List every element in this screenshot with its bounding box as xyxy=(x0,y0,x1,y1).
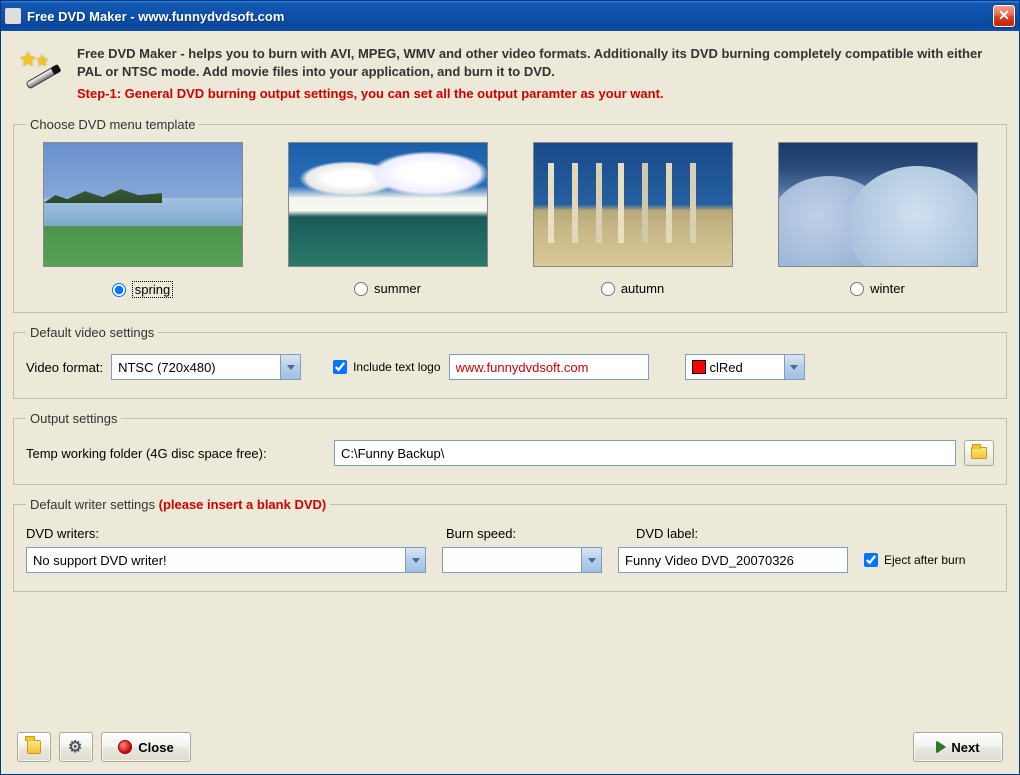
wizard-icon: ★ ★ xyxy=(21,49,65,93)
radio-summer-label: summer xyxy=(374,281,421,296)
titlebar: Free DVD Maker - www.funnydvdsoft.com ✕ xyxy=(1,1,1019,31)
writer-legend-main: Default writer settings xyxy=(30,497,155,512)
temp-folder-input[interactable] xyxy=(334,440,956,466)
video-format-label: Video format: xyxy=(26,360,103,375)
window-close-button[interactable]: ✕ xyxy=(993,5,1015,27)
chevron-down-icon[interactable] xyxy=(280,355,300,379)
eject-label: Eject after burn xyxy=(884,553,965,567)
app-icon xyxy=(5,8,21,24)
open-folder-icon xyxy=(25,738,43,756)
logo-color-value: clRed xyxy=(686,355,784,379)
intro-step: Step-1: General DVD burning output setti… xyxy=(77,86,999,101)
next-arrow-icon xyxy=(936,741,945,753)
radio-spring-label: spring xyxy=(132,281,173,298)
dvd-label-input[interactable] xyxy=(618,547,848,573)
close-button[interactable]: Close xyxy=(101,732,191,762)
radio-autumn-label: autumn xyxy=(621,281,664,296)
video-fieldset: Default video settings Video format: NTS… xyxy=(13,325,1007,399)
thumb-winter xyxy=(778,142,978,267)
include-logo-checkbox[interactable]: Include text logo xyxy=(333,360,440,374)
radio-autumn-input[interactable] xyxy=(601,282,615,296)
video-format-value: NTSC (720x480) xyxy=(112,355,280,379)
logo-text-input[interactable] xyxy=(449,354,649,380)
bottom-toolbar: Close Next xyxy=(13,726,1007,764)
chevron-down-icon[interactable] xyxy=(784,355,804,379)
writer-legend: Default writer settings (please insert a… xyxy=(26,497,330,512)
template-summer[interactable]: summer xyxy=(271,142,504,298)
dvd-writers-select[interactable]: No support DVD writer! xyxy=(26,547,426,573)
radio-winter-input[interactable] xyxy=(850,282,864,296)
intro-line1: Free DVD Maker - helps you to burn with … xyxy=(77,45,999,80)
speed-label: Burn speed: xyxy=(446,526,596,541)
temp-folder-label: Temp working folder (4G disc space free)… xyxy=(26,446,326,461)
radio-spring-input[interactable] xyxy=(112,283,126,297)
radio-summer-input[interactable] xyxy=(354,282,368,296)
logo-color-select[interactable]: clRed xyxy=(685,354,805,380)
next-button-label: Next xyxy=(951,740,979,755)
template-winter[interactable]: winter xyxy=(761,142,994,298)
burn-speed-value xyxy=(443,548,581,572)
output-fieldset: Output settings Temp working folder (4G … xyxy=(13,411,1007,485)
close-icon xyxy=(118,740,132,754)
template-fieldset: Choose DVD menu template spring summer xyxy=(13,117,1007,313)
chevron-down-icon[interactable] xyxy=(581,548,601,572)
color-swatch-icon xyxy=(692,360,706,374)
include-logo-input[interactable] xyxy=(333,360,347,374)
browse-folder-button[interactable] xyxy=(964,440,994,466)
video-legend: Default video settings xyxy=(26,325,158,340)
dvd-writers-value: No support DVD writer! xyxy=(27,548,405,572)
template-list: spring summer autumn xyxy=(26,142,994,298)
output-legend: Output settings xyxy=(26,411,121,426)
writer-fieldset: Default writer settings (please insert a… xyxy=(13,497,1007,592)
radio-winter-label: winter xyxy=(870,281,905,296)
logo-color-text: clRed xyxy=(710,360,743,375)
radio-summer[interactable]: summer xyxy=(354,281,421,296)
intro-box: ★ ★ Free DVD Maker - helps you to burn w… xyxy=(13,39,1007,111)
template-legend: Choose DVD menu template xyxy=(26,117,199,132)
radio-autumn[interactable]: autumn xyxy=(601,281,664,296)
folder-icon xyxy=(971,447,987,459)
eject-checkbox[interactable]: Eject after burn xyxy=(864,553,965,567)
main-window: Free DVD Maker - www.funnydvdsoft.com ✕ … xyxy=(0,0,1020,775)
content-area: ★ ★ Free DVD Maker - helps you to burn w… xyxy=(1,31,1019,774)
open-button[interactable] xyxy=(17,732,51,762)
window-title: Free DVD Maker - www.funnydvdsoft.com xyxy=(27,9,993,24)
intro-text: Free DVD Maker - helps you to burn with … xyxy=(77,45,999,101)
radio-spring[interactable]: spring xyxy=(112,281,173,298)
template-spring[interactable]: spring xyxy=(26,142,259,298)
close-button-label: Close xyxy=(138,740,173,755)
thumb-spring xyxy=(43,142,243,267)
writers-label: DVD writers: xyxy=(26,526,406,541)
video-format-select[interactable]: NTSC (720x480) xyxy=(111,354,301,380)
include-logo-label: Include text logo xyxy=(353,360,440,374)
chevron-down-icon[interactable] xyxy=(405,548,425,572)
burn-speed-select[interactable] xyxy=(442,547,602,573)
writer-legend-note: (please insert a blank DVD) xyxy=(155,497,326,512)
thumb-summer xyxy=(288,142,488,267)
next-button[interactable]: Next xyxy=(913,732,1003,762)
template-autumn[interactable]: autumn xyxy=(516,142,749,298)
settings-button[interactable] xyxy=(59,732,93,762)
gear-icon xyxy=(67,738,85,756)
dvdlabel-label: DVD label: xyxy=(636,526,698,541)
thumb-autumn xyxy=(533,142,733,267)
radio-winter[interactable]: winter xyxy=(850,281,905,296)
eject-input[interactable] xyxy=(864,553,878,567)
